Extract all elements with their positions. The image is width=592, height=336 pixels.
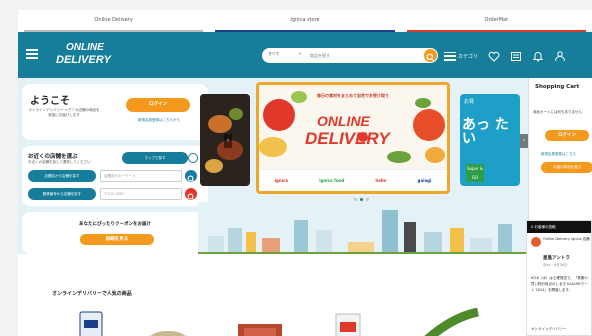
coupon-details-button[interactable]: 詳細を見る [80,234,154,245]
user-icon[interactable] [553,50,566,63]
cart-login-button[interactable]: ログイン [545,130,589,141]
coupon-title: あなたにぴったりクーポンをお届け [79,222,151,227]
search-icon [187,175,195,183]
store-name-field[interactable]: 店舗名やキーワード [100,170,182,182]
popular-products-section: オンラインデリバリーで人気の商品 [18,254,526,336]
banner-store-badge: Super & GO [466,164,484,182]
banner-store-logos: ignica ignica food hello gaiagi [259,169,447,191]
carousel-dots [354,198,369,201]
zip-code-field[interactable]: 〒123-4567 [100,188,182,200]
banner-badge: お買 [464,99,475,105]
feed-footer: オンラインデリバリー [531,327,566,331]
store-finder-card: お近くの店舗を選ぶ お近くの店舗を探して選択してください マップで探す 店舗名か… [22,146,208,206]
tab-label: OrderMat [484,17,509,23]
section-title: オンラインデリバリーで人気の商品 [52,291,132,297]
store-logo: ignica food [319,178,345,183]
search-icon [426,53,435,62]
map-search-button[interactable]: マップで探す [122,152,188,164]
hero-area: ようこそ オンラインデリバリー イグニカ店舗の商品を 家族にお届けします ログイ… [18,78,592,254]
login-button[interactable]: ログイン [126,98,190,112]
store-finder-title: お近くの店舗を選ぶ [28,154,78,160]
banner-title-line2: DELIVERY [305,129,390,148]
search-button[interactable] [424,49,437,62]
store-name-search-button[interactable]: 店舗名から店舗を探す [28,170,96,182]
cart-title: Shopping Cart [535,84,580,90]
carousel-dot-active[interactable] [360,198,363,201]
product-thumbnails[interactable] [18,308,526,336]
feed-header: X お客様の投稿 [527,221,591,233]
service-tabs: Online Delivery Ignica store OrderMat [18,10,592,32]
feed-account-name[interactable]: Online Delivery Ignica 店舗 [543,237,591,242]
banner-slide-next[interactable]: お買 あっ たい Super & GO [460,94,520,186]
search-icon [187,193,195,201]
store-logo: hello [375,178,387,183]
welcome-greeting: ようこそ [30,96,70,107]
map-pin-icon[interactable] [188,153,198,163]
search-category-select[interactable]: すべて [268,51,280,57]
category-menu-button[interactable]: カテゴリ [444,51,479,61]
feed-username[interactable]: 星島アントラ [543,255,570,261]
tab-ordermat[interactable]: OrderMat [401,10,592,32]
banner-tagline: 毎日の食材をまとめて自宅でお受け取り [317,93,389,98]
store-logo: gaiagi [417,178,432,183]
cart-empty-message: 商品カートには何もありません [533,110,582,114]
carousel-dot[interactable] [354,198,357,201]
carousel-dot[interactable] [366,198,369,201]
welcome-card: ようこそ オンラインデリバリー イグニカ店舗の商品を 家族にお届けします ログイ… [22,84,208,140]
tab-label: Online Delivery [94,17,133,23]
heart-icon[interactable] [487,50,500,63]
zip-search-submit[interactable] [185,188,197,201]
receipt-icon[interactable] [509,50,522,63]
list-icon [444,51,456,61]
left-column: ようこそ オンラインデリバリー イグニカ店舗の商品を 家族にお届けします ログイ… [22,84,208,254]
search-bar: すべて ＋ [262,48,438,63]
search-input[interactable] [310,50,410,61]
bell-icon[interactable] [531,50,544,63]
carousel-prev-arrow[interactable]: ‹ [224,134,232,148]
carousel-next-arrow[interactable]: › [520,134,528,148]
feed-post-text: 6/26（水）は土曜発送で、「長期の買い物分岐点のしるき KASUMIマート 2… [531,276,588,292]
coupon-card: あなたにぴったりクーポンをお届け 詳細を見る [22,212,208,254]
avatar[interactable] [531,237,541,247]
register-link[interactable]: 新規会員登録はこちらから [120,118,198,123]
store-finder-subtitle: お近くの店舗を探して選択してください [28,160,91,164]
menu-icon[interactable] [26,49,38,59]
city-skyline-illustration [198,202,528,254]
category-label: カテゴリ [458,53,479,60]
logo-line2: DELIVERY [56,54,111,66]
banner-title-line1: ONLINE [317,113,370,129]
browser-viewport: Online Delivery Ignica store OrderMat ON… [18,10,592,336]
welcome-description: オンラインデリバリー イグニカ店舗の商品を 家族にお届けします [28,108,100,117]
social-feed-widget: X お客様の投稿 Online Delivery Ignica 店舗 星島アント… [526,220,592,336]
cart-register-link[interactable]: 新規会員登録はこちら [541,152,576,157]
header-icons: カテゴリ [444,48,566,64]
store-logo: ignica [274,178,289,183]
cart-order-button[interactable]: お届け商品を選ぶ [541,162,592,173]
site-logo[interactable]: ONLINE DELIVERY [52,40,132,70]
plus-icon: ＋ [298,51,302,56]
tab-ignica-store[interactable]: Ignica store [209,10,400,32]
tab-online-delivery[interactable]: Online Delivery [18,10,209,32]
zip-search-button[interactable]: 郵便番号から店舗を探す [28,188,96,200]
logo-line1: ONLINE [66,42,104,53]
banner-kana: あっ たい [462,117,509,147]
store-search-submit[interactable] [185,170,197,183]
feed-post-date: @xx · 6月26日 [543,263,568,267]
banner-carousel: ‹ 毎日の食材をまとめて自宅でお受け取り ONLINE DELIVERY ign… [198,78,528,202]
site-header: ONLINE DELIVERY すべて ＋ カテゴリ [18,32,592,78]
banner-slide-active[interactable]: 毎日の食材をまとめて自宅でお受け取り ONLINE DELIVERY ignic… [256,82,450,194]
tab-label: Ignica store [290,17,320,23]
